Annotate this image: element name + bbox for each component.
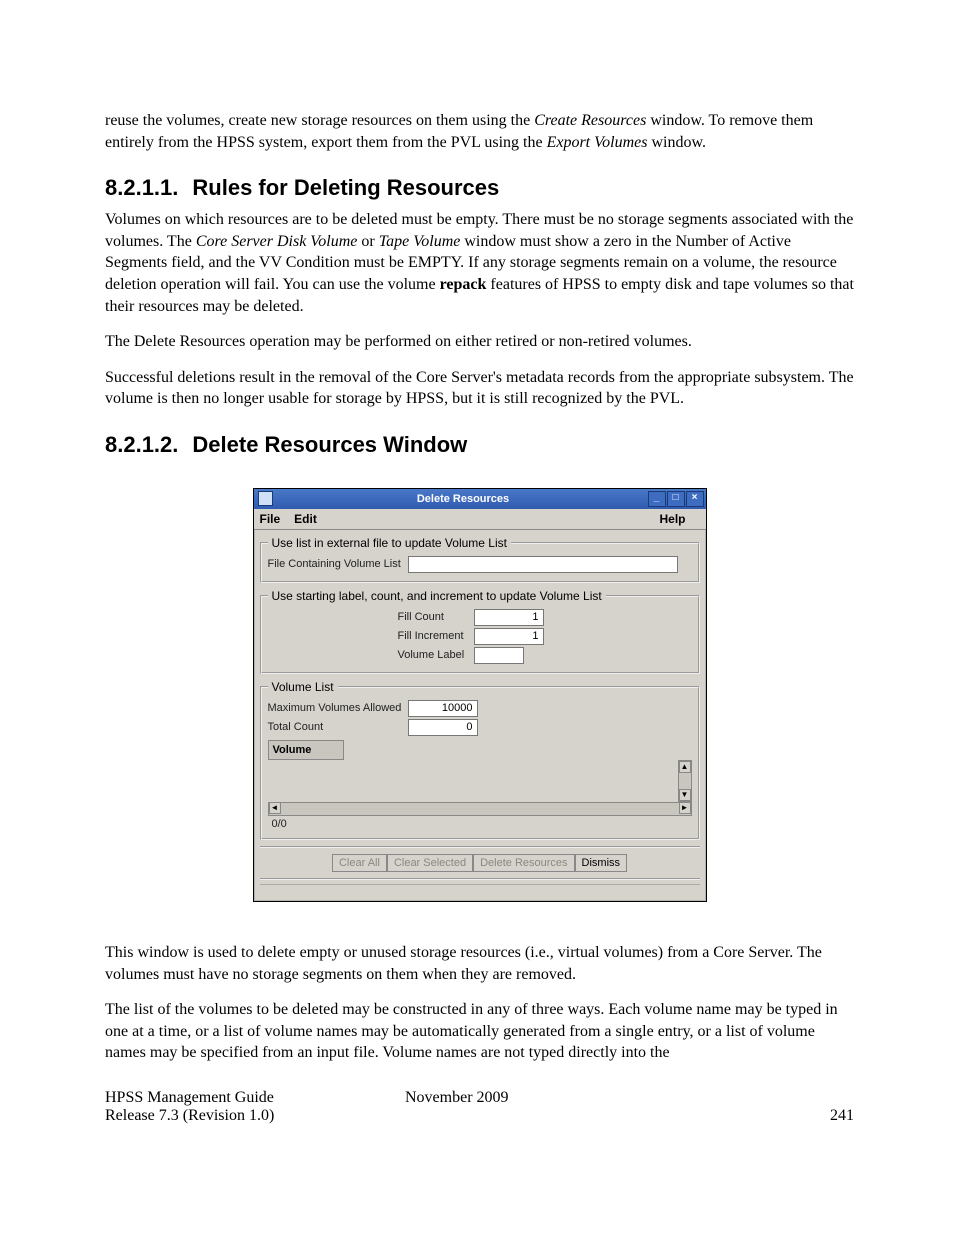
post-window-paragraph-2: The list of the volumes to be deleted ma… <box>105 999 854 1064</box>
system-menu-icon[interactable] <box>258 491 273 506</box>
max-volumes-value <box>408 700 478 717</box>
intro-paragraph: reuse the volumes, create new storage re… <box>105 110 854 153</box>
footer-release: Release 7.3 (Revision 1.0) <box>105 1107 405 1125</box>
total-count-label: Total Count <box>268 721 408 733</box>
scroll-up-icon[interactable]: ▲ <box>679 761 691 773</box>
delete-resources-window: Delete Resources _ □ × File Edit Help Us… <box>253 488 707 902</box>
section-title: Rules for Deleting Resources <box>192 175 499 200</box>
total-count-value <box>408 719 478 736</box>
post-window-paragraph-1: This window is used to delete empty or u… <box>105 942 854 985</box>
window-titlebar: Delete Resources _ □ × <box>254 489 706 509</box>
button-row: Clear All Clear Selected Delete Resource… <box>260 846 700 880</box>
volume-list-area[interactable]: ▲ ▼ <box>268 760 692 802</box>
footer-guide-title: HPSS Management Guide <box>105 1089 405 1107</box>
text: window. <box>647 134 706 151</box>
fieldset-starting-label-legend: Use starting label, count, and increment… <box>268 589 606 603</box>
section-number: 8.2.1.2. <box>105 432 178 457</box>
clear-selected-button[interactable]: Clear Selected <box>387 854 473 872</box>
file-containing-list-input[interactable] <box>408 556 678 573</box>
window-bottom-strip <box>260 884 700 895</box>
fill-increment-label: Fill Increment <box>398 630 474 642</box>
ref-disk-volume: Core Server Disk Volume <box>196 233 358 250</box>
scroll-right-icon[interactable]: ► <box>679 802 691 814</box>
repack-keyword: repack <box>440 276 487 293</box>
fill-count-label: Fill Count <box>398 611 474 623</box>
fieldset-volume-list-legend: Volume List <box>268 680 338 694</box>
fieldset-external-file: Use list in external file to update Volu… <box>260 536 700 583</box>
file-containing-list-label: File Containing Volume List <box>268 558 408 570</box>
close-button[interactable]: × <box>686 491 704 507</box>
vertical-scrollbar[interactable]: ▲ ▼ <box>678 760 692 802</box>
section-number: 8.2.1.1. <box>105 175 178 200</box>
menubar: File Edit Help <box>254 509 706 530</box>
horizontal-scrollbar[interactable]: ◄ ► <box>268 802 692 816</box>
fill-count-input[interactable] <box>474 609 544 626</box>
menu-help[interactable]: Help <box>659 512 685 526</box>
ref-tape-volume: Tape Volume <box>379 233 461 250</box>
rules-paragraph-2: The Delete Resources operation may be pe… <box>105 331 854 353</box>
delete-resources-button[interactable]: Delete Resources <box>473 854 574 872</box>
volume-column-header[interactable]: Volume <box>268 740 344 760</box>
ref-create-resources: Create Resources <box>534 112 646 129</box>
text: reuse the volumes, create new storage re… <box>105 112 534 129</box>
fieldset-volume-list: Volume List Maximum Volumes Allowed Tota… <box>260 680 700 840</box>
rules-paragraph-3: Successful deletions result in the remov… <box>105 367 854 410</box>
list-status-text: 0/0 <box>268 816 692 832</box>
heading-delete-resources-window: 8.2.1.2. Delete Resources Window <box>105 432 854 458</box>
menu-edit[interactable]: Edit <box>294 512 317 526</box>
dismiss-button[interactable]: Dismiss <box>575 854 628 872</box>
window-title: Delete Resources <box>279 493 648 505</box>
menu-file[interactable]: File <box>260 512 281 526</box>
page-footer: HPSS Management Guide November 2009 Rele… <box>105 1089 854 1125</box>
section-title: Delete Resources Window <box>192 432 467 457</box>
fieldset-external-file-legend: Use list in external file to update Volu… <box>268 536 511 550</box>
scroll-down-icon[interactable]: ▼ <box>679 789 691 801</box>
heading-rules-for-deleting: 8.2.1.1. Rules for Deleting Resources <box>105 175 854 201</box>
fill-increment-input[interactable] <box>474 628 544 645</box>
text: or <box>357 233 378 250</box>
max-volumes-label: Maximum Volumes Allowed <box>268 702 408 714</box>
volume-label-input[interactable] <box>474 647 524 664</box>
maximize-button[interactable]: □ <box>667 491 685 507</box>
ref-export-volumes: Export Volumes <box>547 134 648 151</box>
rules-paragraph-1: Volumes on which resources are to be del… <box>105 209 854 317</box>
footer-page-number: 241 <box>830 1107 854 1125</box>
volume-label-label: Volume Label <box>398 649 474 661</box>
minimize-button[interactable]: _ <box>648 491 666 507</box>
scroll-left-icon[interactable]: ◄ <box>269 802 281 814</box>
footer-date: November 2009 <box>405 1089 854 1107</box>
clear-all-button[interactable]: Clear All <box>332 854 387 872</box>
fieldset-starting-label: Use starting label, count, and increment… <box>260 589 700 674</box>
